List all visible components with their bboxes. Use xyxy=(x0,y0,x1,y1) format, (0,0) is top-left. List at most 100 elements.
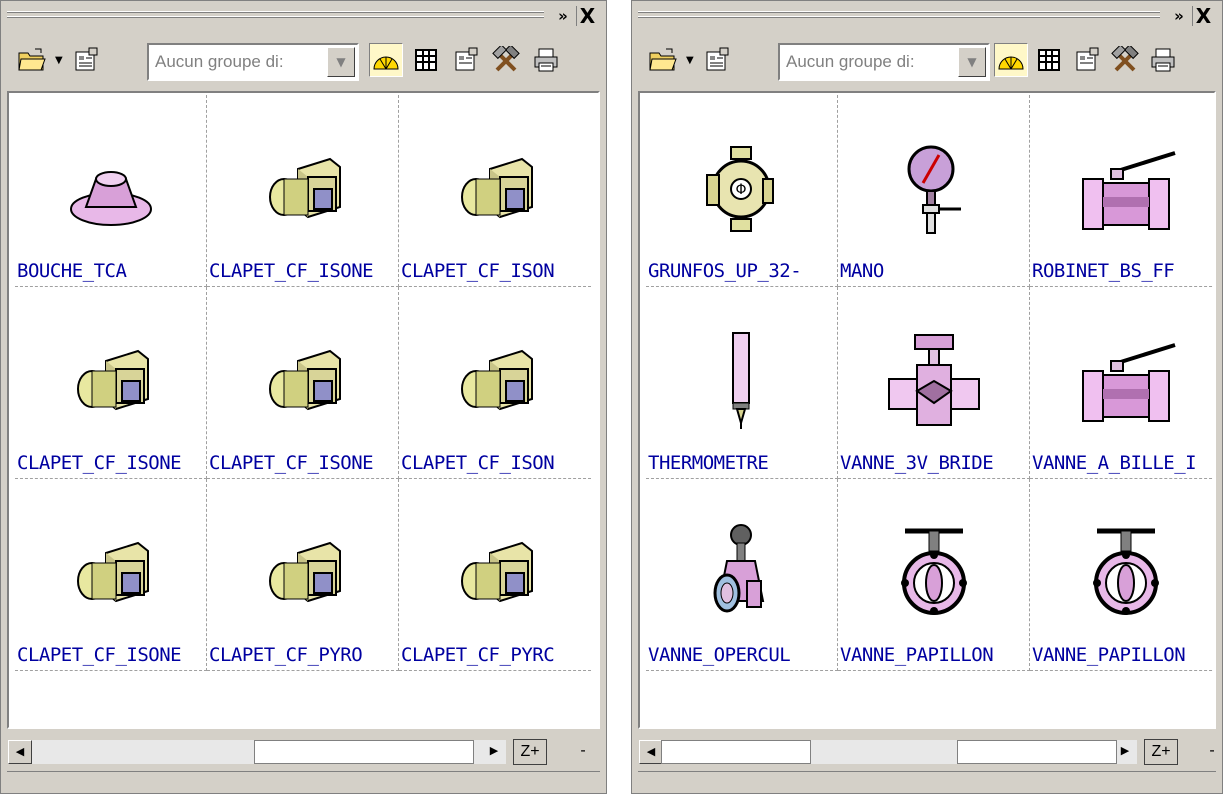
catalog-item[interactable]: VANNE_OPERCUL xyxy=(646,479,838,671)
properties-icon[interactable] xyxy=(700,43,734,77)
grid-view-icon[interactable] xyxy=(409,43,443,77)
catalog-item[interactable]: CLAPET_CF_ISON xyxy=(399,95,591,287)
fire-damper-icon xyxy=(248,331,358,431)
catalog-item[interactable]: VANNE_3V_BRIDE xyxy=(838,287,1030,479)
manometer-icon xyxy=(879,139,989,239)
bottom-bar: ◀ ▶ Z+ - xyxy=(7,733,600,767)
catalog-icon-grid: BOUCHE_TCA CLAPET_CF_ISONE CLAPET_CF_ISON C… xyxy=(7,91,600,729)
grid-view-icon[interactable] xyxy=(1032,43,1066,77)
zoom-out-button[interactable]: - xyxy=(1204,739,1220,765)
large-icons-view-button[interactable] xyxy=(994,43,1028,77)
catalog-item-label: CLAPET_CF_PYRC xyxy=(401,644,555,666)
large-icons-view-button[interactable] xyxy=(369,43,403,77)
close-button[interactable]: X xyxy=(1192,6,1214,26)
catalog-item-label: CLAPET_CF_ISONE xyxy=(17,452,182,474)
pump-icon: Φ xyxy=(687,139,797,239)
group-filter-select[interactable]: Aucun groupe di: ▼ xyxy=(778,43,990,81)
catalog-item-label: VANNE_A_BILLE_I xyxy=(1032,452,1197,474)
fire-damper-icon xyxy=(440,139,550,239)
catalog-panel-left: » X ▼ Aucun groupe di: ▼ BOUCHE_TCA CLAP… xyxy=(0,0,607,794)
fire-damper-icon xyxy=(248,139,358,239)
scroll-left-button[interactable]: ◀ xyxy=(639,740,663,764)
properties-icon[interactable] xyxy=(69,43,103,77)
catalog-item-label: THERMOMETRE xyxy=(648,452,769,474)
group-filter-select[interactable]: Aucun groupe di: ▼ xyxy=(147,43,359,81)
chevron-more-button[interactable]: » xyxy=(552,6,574,26)
open-folder-icon[interactable] xyxy=(15,43,49,77)
catalog-item-label: BOUCHE_TCA xyxy=(17,260,127,282)
print-icon[interactable] xyxy=(529,43,563,77)
catalog-item-label: GRUNFOS_UP_32- xyxy=(648,260,802,282)
open-folder-icon[interactable] xyxy=(646,43,680,77)
catalog-item-label: CLAPET_CF_ISONE xyxy=(17,644,182,666)
fire-damper-icon xyxy=(440,331,550,431)
catalog-item[interactable]: CLAPET_CF_ISON xyxy=(399,287,591,479)
print-icon[interactable] xyxy=(1146,43,1180,77)
catalog-item[interactable]: CLAPET_CF_PYRC xyxy=(399,479,591,671)
catalog-panel-right: » X ▼ Aucun groupe di: ▼ Φ GRUNFOS_UP_32… xyxy=(631,0,1223,794)
catalog-item-label: CLAPET_CF_ISONE xyxy=(209,452,374,474)
catalog-item[interactable]: CLAPET_CF_ISONE xyxy=(15,479,207,671)
catalog-item[interactable]: THERMOMETRE xyxy=(646,287,838,479)
zoom-in-button[interactable]: Z+ xyxy=(1144,739,1178,765)
panel-titlebar[interactable]: » X xyxy=(7,5,600,27)
bottom-strip xyxy=(638,771,1216,789)
scroll-thumb[interactable] xyxy=(254,740,474,764)
catalog-item-label: CLAPET_CF_ISON xyxy=(401,260,555,282)
properties-icon[interactable] xyxy=(449,43,483,77)
toolbar: ▼ Aucun groupe di: ▼ xyxy=(7,31,600,91)
scroll-right-button[interactable]: ▶ xyxy=(1113,740,1137,764)
zoom-out-button[interactable]: - xyxy=(575,739,591,765)
drag-grip[interactable] xyxy=(7,16,544,18)
chevron-down-icon[interactable]: ▼ xyxy=(327,47,355,77)
tools-icon[interactable] xyxy=(489,43,523,77)
scroll-thumb-secondary xyxy=(957,740,1117,764)
catalog-item[interactable]: CLAPET_CF_ISONE xyxy=(207,95,399,287)
catalog-item-label: VANNE_PAPILLON xyxy=(1032,644,1186,666)
fire-damper-icon xyxy=(56,331,166,431)
drag-grip[interactable] xyxy=(7,11,544,13)
group-filter-value: Aucun groupe di: xyxy=(155,52,284,71)
catalog-item[interactable]: CLAPET_CF_ISONE xyxy=(15,287,207,479)
scroll-thumb[interactable] xyxy=(661,740,811,764)
drag-grip[interactable] xyxy=(638,16,1160,18)
butterfly-valve-icon xyxy=(1071,523,1181,623)
scroll-left-button[interactable]: ◀ xyxy=(8,740,32,764)
bottom-bar: ◀ ▶ Z+ - xyxy=(638,733,1216,767)
horizontal-scrollbar[interactable]: ◀ ▶ xyxy=(638,739,1138,765)
svg-text:Φ: Φ xyxy=(735,182,746,198)
scroll-right-button[interactable]: ▶ xyxy=(482,740,506,764)
catalog-item-label: CLAPET_CF_ISONE xyxy=(209,260,374,282)
catalog-item-label: MANO xyxy=(840,260,884,282)
catalog-item[interactable]: MANO xyxy=(838,95,1030,287)
tools-icon[interactable] xyxy=(1108,43,1142,77)
catalog-item-label: VANNE_3V_BRIDE xyxy=(840,452,994,474)
gate-valve-icon xyxy=(687,523,797,623)
close-button[interactable]: X xyxy=(576,6,598,26)
catalog-item[interactable]: CLAPET_CF_PYRO xyxy=(207,479,399,671)
catalog-item[interactable]: Φ GRUNFOS_UP_32- xyxy=(646,95,838,287)
catalog-item-label: CLAPET_CF_PYRO xyxy=(209,644,363,666)
catalog-item[interactable]: CLAPET_CF_ISONE xyxy=(207,287,399,479)
chevron-down-icon[interactable]: ▼ xyxy=(958,47,986,77)
catalog-item[interactable]: VANNE_PAPILLON xyxy=(838,479,1030,671)
properties-icon[interactable] xyxy=(1070,43,1104,77)
dropdown-arrow-icon[interactable]: ▼ xyxy=(686,55,696,66)
dropdown-arrow-icon[interactable]: ▼ xyxy=(55,55,65,66)
ball-valve-icon xyxy=(1071,331,1181,431)
catalog-item[interactable]: ROBINET_BS_FF xyxy=(1030,95,1214,287)
fire-damper-icon xyxy=(56,523,166,623)
catalog-item[interactable]: VANNE_A_BILLE_I xyxy=(1030,287,1214,479)
horizontal-scrollbar[interactable]: ◀ ▶ xyxy=(7,739,507,765)
catalog-item-label: VANNE_OPERCUL xyxy=(648,644,791,666)
drag-grip[interactable] xyxy=(638,11,1160,13)
group-filter-value: Aucun groupe di: xyxy=(786,52,915,71)
panel-titlebar[interactable]: » X xyxy=(638,5,1216,27)
butterfly-valve-icon xyxy=(879,523,989,623)
catalog-item[interactable]: BOUCHE_TCA xyxy=(15,95,207,287)
zoom-in-button[interactable]: Z+ xyxy=(513,739,547,765)
fire-damper-icon xyxy=(440,523,550,623)
catalog-item[interactable]: VANNE_PAPILLON xyxy=(1030,479,1214,671)
toolbar: ▼ Aucun groupe di: ▼ xyxy=(638,31,1216,91)
chevron-more-button[interactable]: » xyxy=(1168,6,1190,26)
